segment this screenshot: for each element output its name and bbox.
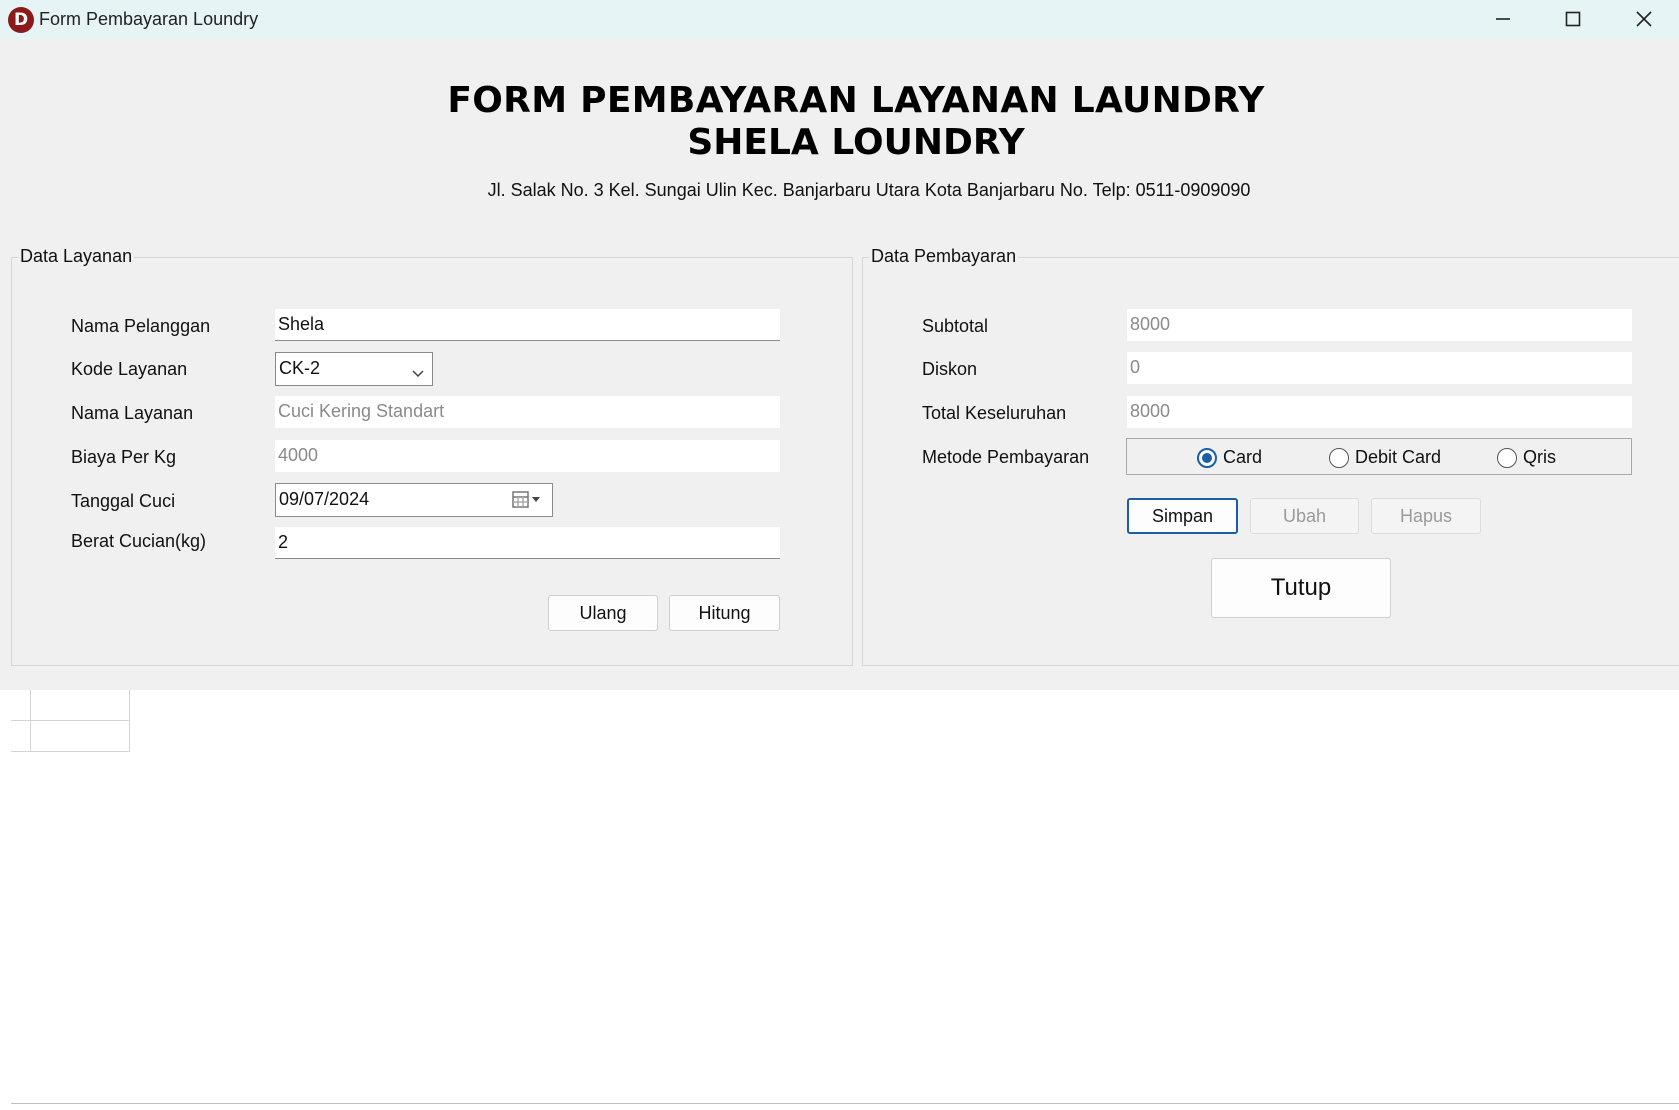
company-address: Jl. Salak No. 3 Kel. Sungai Ulin Kec. Ba… <box>487 180 1251 200</box>
tanggal-cuci-value: 09/07/2024 <box>279 489 370 509</box>
radio-qris[interactable]: Qris <box>1497 447 1556 468</box>
minimize-icon[interactable] <box>1468 0 1538 38</box>
kode-layanan-dropdown[interactable]: CK-2 <box>275 352 433 386</box>
nama-layanan-field[interactable]: Cuci Kering Standart <box>275 396 780 428</box>
label-metode-pembayaran: Metode Pembayaran <box>922 447 1090 467</box>
company-name: SHELA LOUNDRY <box>687 122 1025 163</box>
table-cell[interactable] <box>31 721 130 752</box>
window-title: Form Pembayaran Loundry <box>39 9 259 29</box>
table-cell[interactable] <box>31 690 130 721</box>
radio-qris-label: Qris <box>1523 447 1556 467</box>
total-keseluruhan-field[interactable]: 8000 <box>1127 396 1632 428</box>
ubah-button[interactable]: Ubah <box>1250 498 1359 534</box>
label-kode-layanan: Kode Layanan <box>71 359 188 379</box>
diskon-field[interactable]: 0 <box>1127 352 1632 384</box>
form-title: FORM PEMBAYARAN LAYANAN LAUNDRY <box>447 80 1265 121</box>
radio-debit-card-label: Debit Card <box>1355 447 1442 467</box>
label-nama-layanan: Nama Layanan <box>71 403 194 423</box>
app-icon: D <box>8 7 34 33</box>
hitung-button[interactable]: Hitung <box>669 595 780 631</box>
berat-cucian-field[interactable]: 2 <box>275 527 780 559</box>
tutup-button[interactable]: Tutup <box>1211 558 1391 618</box>
radio-card[interactable]: Card <box>1197 447 1262 468</box>
tanggal-cuci-datepicker[interactable]: 09/07/2024 <box>275 483 553 517</box>
metode-pembayaran-radio-group: Card Debit Card Qris <box>1126 438 1632 475</box>
biaya-per-kg-field[interactable]: 4000 <box>275 440 780 472</box>
kode-layanan-value: CK-2 <box>279 358 321 378</box>
subtotal-field[interactable]: 8000 <box>1127 309 1632 341</box>
table-row-header-cell[interactable] <box>11 721 31 752</box>
simpan-button[interactable]: Simpan <box>1127 498 1238 534</box>
label-subtotal: Subtotal <box>922 316 989 336</box>
label-diskon: Diskon <box>922 359 978 379</box>
table-row-header-cell[interactable] <box>11 690 31 721</box>
chevron-down-icon <box>412 363 424 384</box>
nama-pelanggan-field[interactable]: Shela <box>275 309 780 341</box>
ulang-button[interactable]: Ulang <box>548 595 658 631</box>
radio-unchecked-icon <box>1329 447 1349 468</box>
group-legend-data-pembayaran: Data Pembayaran <box>869 246 1019 267</box>
title-bar: D Form Pembayaran Loundry <box>0 0 1679 40</box>
group-legend-data-layanan: Data Layanan <box>18 246 135 267</box>
data-table[interactable] <box>11 690 1679 1104</box>
hapus-button[interactable]: Hapus <box>1371 498 1481 534</box>
label-biaya-per-kg: Biaya Per Kg <box>71 447 177 467</box>
calendar-icon[interactable] <box>512 491 542 514</box>
label-tanggal-cuci: Tanggal Cuci <box>71 491 176 511</box>
radio-debit-card[interactable]: Debit Card <box>1329 447 1441 468</box>
label-nama-pelanggan: Nama Pelanggan <box>71 316 211 336</box>
radio-checked-icon <box>1197 447 1217 468</box>
maximize-icon[interactable] <box>1538 0 1608 38</box>
label-berat-cucian: Berat Cucian(kg) <box>71 531 207 551</box>
close-icon[interactable] <box>1609 0 1679 38</box>
radio-unchecked-icon <box>1497 447 1517 468</box>
label-total-keseluruhan: Total Keseluruhan <box>922 403 1067 423</box>
radio-card-label: Card <box>1223 447 1263 467</box>
